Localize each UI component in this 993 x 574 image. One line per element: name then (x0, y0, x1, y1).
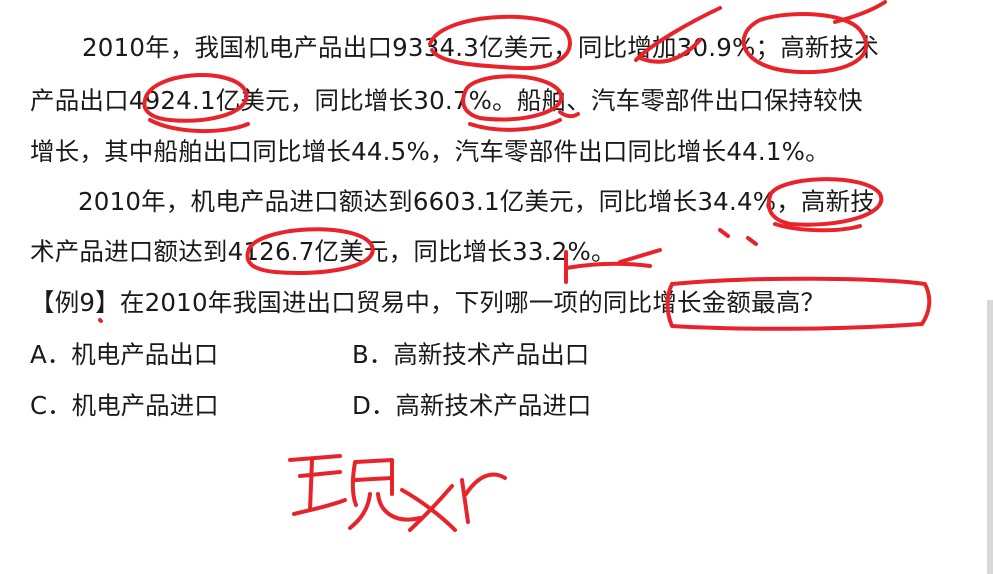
ink-note-r (460, 472, 507, 524)
passage-line-2: 产品出口4924.1亿美元，同比增长30.7%。船舶、汽车零部件出口保持较快 (30, 86, 863, 115)
passage-line-4: 2010年，机电产品进口额达到6603.1亿美元，同比增长34.4%，高新技 (78, 187, 876, 216)
ink-scribble (718, 228, 758, 246)
passage-line-5: 术产品进口额达到4126.7亿美元，同比增长33.2%。 (30, 237, 616, 266)
ink-note-x (400, 484, 457, 532)
ink-tail-307 (468, 118, 562, 132)
ink-dot (98, 318, 103, 323)
ink-tail-344 (773, 222, 862, 233)
option-c[interactable]: C．机电产品进口 (30, 391, 219, 421)
ink-tick-309 (833, 0, 887, 24)
scrollbar[interactable] (987, 300, 993, 574)
option-b[interactable]: B．高新技术产品出口 (352, 340, 589, 370)
ink-note-xian (288, 454, 422, 530)
passage-line-3: 增长，其中船舶出口同比增长44.5%，汽车零部件出口同比增长44.1%。 (30, 137, 830, 166)
lesson-page: 2010年，我国机电产品出口9334.3亿美元，同比增加30.9%；高新技术 产… (0, 0, 993, 574)
ink-tail-4924 (148, 118, 250, 134)
question-stem: 【例9】在2010年我国进出口贸易中，下列哪一项的同比增长金额最高？ (30, 288, 826, 317)
passage-line-1: 2010年，我国机电产品出口9334.3亿美元，同比增加30.9%；高新技术 (82, 33, 880, 62)
option-d[interactable]: D．高新技术产品进口 (352, 391, 591, 421)
option-a[interactable]: A．机电产品出口 (30, 340, 218, 370)
